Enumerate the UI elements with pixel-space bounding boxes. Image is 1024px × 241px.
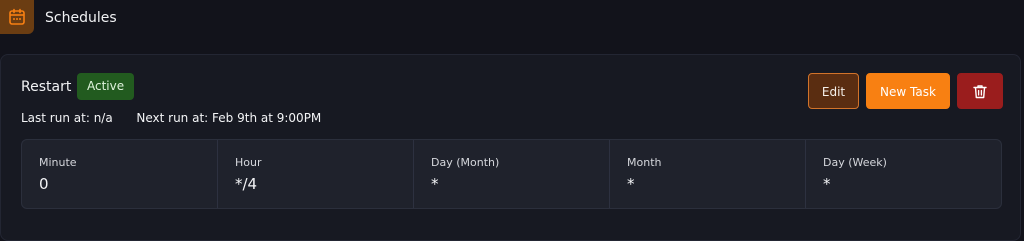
cron-label: Day (Month) — [431, 156, 500, 169]
run-info: Last run at: n/a Next run at: Feb 9th at… — [21, 110, 321, 126]
page-header: Schedules — [0, 0, 1024, 40]
next-run-label: Next run at: — [136, 111, 209, 125]
cron-value: */4 — [235, 175, 258, 193]
schedule-name: Restart — [21, 79, 72, 95]
delete-button[interactable] — [957, 73, 1003, 109]
cron-cell-minute: Minute 0 — [22, 140, 218, 208]
last-run-value: n/a — [93, 111, 113, 125]
status-badge: Active — [77, 73, 135, 100]
cron-cell-day-month: Day (Month) * — [414, 140, 610, 208]
new-task-button[interactable]: New Task — [866, 73, 950, 109]
trash-icon — [973, 84, 987, 99]
cron-cell-day-week: Day (Week) * — [806, 140, 1001, 208]
cron-cell-month: Month * — [610, 140, 806, 208]
edit-button[interactable]: Edit — [808, 73, 859, 109]
cron-value: 0 — [39, 175, 49, 193]
cron-label: Day (Week) — [823, 156, 887, 169]
cron-label: Hour — [235, 156, 262, 169]
cron-value: * — [627, 175, 635, 193]
cron-value: * — [431, 175, 439, 193]
cron-label: Month — [627, 156, 662, 169]
calendar-icon — [0, 0, 34, 34]
cron-value: * — [823, 175, 831, 193]
last-run-label: Last run at: — [21, 111, 90, 125]
page-title: Schedules — [45, 10, 117, 26]
cron-grid: Minute 0 Hour */4 Day (Month) * Month * … — [21, 139, 1002, 209]
cron-label: Minute — [39, 156, 77, 169]
next-run-value: Feb 9th at 9:00PM — [212, 111, 322, 125]
cron-cell-hour: Hour */4 — [218, 140, 414, 208]
